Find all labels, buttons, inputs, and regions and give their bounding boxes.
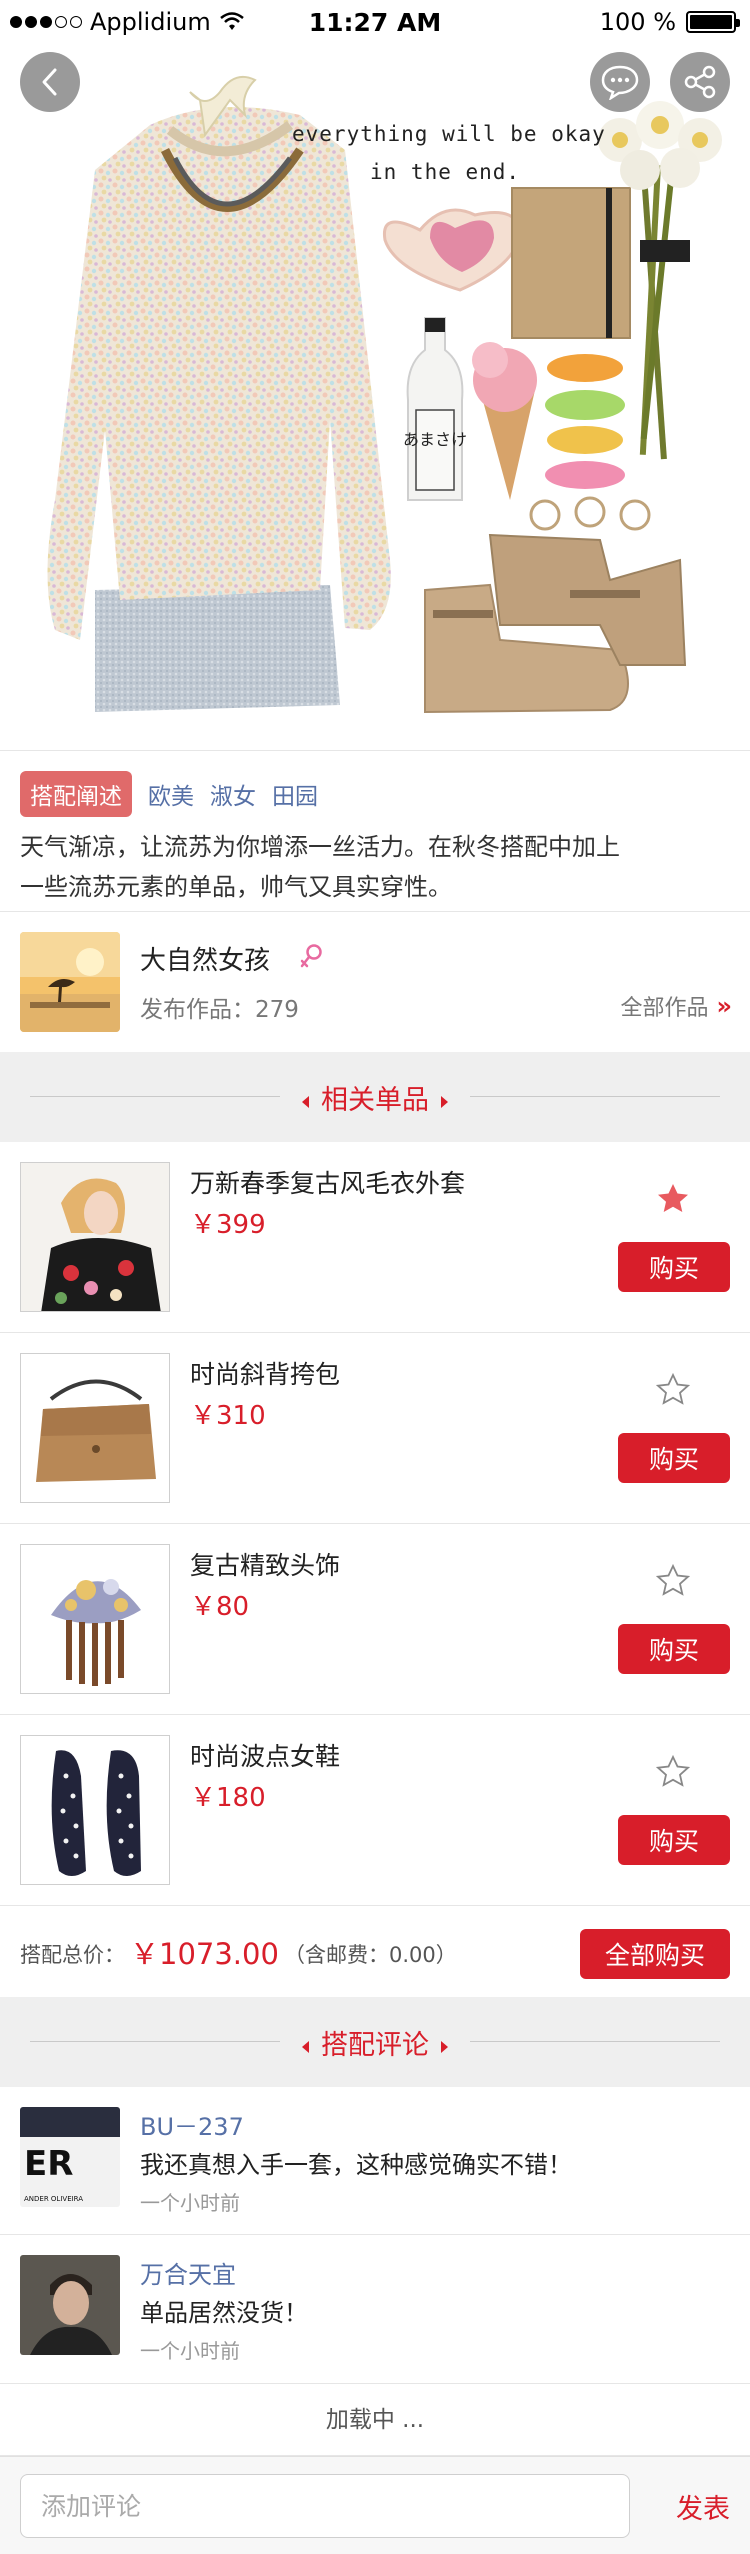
star-outline-icon[interactable]: [656, 1755, 690, 1787]
product-name[interactable]: 复古精致头饰: [190, 1546, 340, 1582]
hero-caption-line2: in the end.: [370, 160, 521, 184]
jacket-model-image: [21, 1163, 169, 1311]
tag-western[interactable]: 欧美: [148, 777, 194, 811]
related-items-title: 相关单品: [0, 1078, 750, 1117]
post-comment-button[interactable]: 发表: [676, 2487, 730, 2526]
author-avatar[interactable]: [20, 932, 120, 1032]
product-name[interactable]: 时尚斜背挎包: [190, 1355, 340, 1391]
comment-time: 一个小时前: [140, 2191, 240, 2215]
comments-title: 搭配评论: [0, 2023, 750, 2062]
commenter-avatar[interactable]: ER ANDER OLIVEIRA: [20, 2107, 120, 2207]
polka-dot-shoes-image: [21, 1736, 169, 1884]
share-icon: [684, 65, 716, 99]
avatar-caption: ANDER OLIVEIRA: [24, 2195, 83, 2203]
commenter-avatar[interactable]: [20, 2255, 120, 2355]
triangle-right-icon: [441, 1095, 448, 1108]
comment-input[interactable]: [20, 2474, 630, 2538]
star-filled-icon[interactable]: [656, 1182, 690, 1214]
status-bar: Applidium 11:27 AM 100 %: [0, 0, 750, 44]
buy-button[interactable]: 购买: [618, 1815, 730, 1865]
triangle-left-icon: [302, 2040, 309, 2053]
comment-time: 一个小时前: [140, 2339, 240, 2363]
chat-bubble-icon: [601, 65, 639, 100]
product-price: ￥399: [190, 1210, 266, 1240]
comments-title-text: 搭配评论: [321, 2030, 429, 2061]
hair-comb-image: [21, 1545, 169, 1693]
commenter-name[interactable]: 万合天宜: [140, 2255, 236, 2290]
comment-text: 单品居然没货！: [140, 2299, 308, 2327]
description-line-2: 一些流苏元素的单品，帅气又具实穿性。: [20, 873, 452, 901]
all-works-label: 全部作品: [620, 996, 709, 1021]
avatar-lettering: ER: [24, 2144, 73, 2184]
bottle-label: あまさけ: [403, 430, 467, 449]
product-image[interactable]: [20, 1544, 170, 1694]
savanna-avatar-image: [20, 932, 120, 1032]
double-chevron-right-icon: »: [716, 992, 732, 1020]
product-item[interactable]: 复古精致头饰 ￥80 购买: [0, 1524, 750, 1715]
product-item[interactable]: 万新春季复古风毛衣外套 ￥399 购买: [0, 1142, 750, 1333]
outfit-description: 搭配阐述 欧美 淑女 田园 天气渐凉，让流苏为你增添一丝活力。在秋冬搭配中加上 …: [0, 750, 750, 912]
tag-lady[interactable]: 淑女: [210, 777, 256, 811]
star-outline-icon[interactable]: [656, 1564, 690, 1596]
product-price: ￥310: [190, 1401, 266, 1431]
magazine-avatar-image: ER ANDER OLIVEIRA: [20, 2107, 120, 2207]
female-icon: [300, 944, 322, 968]
hero-caption-line1: everything will be okay: [292, 122, 606, 146]
description-line-1: 天气渐凉，让流苏为你增添一丝活力。在秋冬搭配中加上: [20, 833, 620, 861]
shipping-fee: （含邮费：0.00）: [284, 1943, 457, 1967]
hero-collage-image: あまさけ everything will be okay in the end.: [0, 0, 750, 750]
triangle-right-icon: [441, 2040, 448, 2053]
product-image[interactable]: [20, 1162, 170, 1312]
battery-status: 100 %: [599, 8, 740, 36]
product-image[interactable]: [20, 1735, 170, 1885]
product-item[interactable]: 时尚斜背挎包 ￥310 购买: [0, 1333, 750, 1524]
total-price-label: 搭配总价：: [20, 1943, 125, 1967]
tag-pastoral[interactable]: 田园: [272, 777, 318, 811]
product-name[interactable]: 时尚波点女鞋: [190, 1737, 340, 1773]
bag-image: [21, 1354, 169, 1502]
share-button[interactable]: [670, 52, 730, 112]
author-row[interactable]: 大自然女孩 发布作品：279 全部作品 »: [0, 912, 750, 1052]
battery-percent: 100 %: [599, 8, 676, 36]
product-price: ￥180: [190, 1783, 266, 1813]
product-image[interactable]: [20, 1353, 170, 1503]
commenter-name[interactable]: BU－237: [140, 2107, 244, 2142]
back-button[interactable]: [20, 52, 80, 112]
comment-item: 万合天宜 单品居然没货！ 一个小时前: [0, 2235, 750, 2384]
all-works-link[interactable]: 全部作品 »: [620, 990, 732, 1022]
description-text: 天气渐凉，让流苏为你增添一丝活力。在秋冬搭配中加上 一些流苏元素的单品，帅气又具…: [20, 827, 720, 907]
description-tag: 搭配阐述: [20, 771, 132, 817]
product-price: ￥80: [190, 1592, 250, 1622]
chevron-left-icon: [42, 68, 57, 96]
comment-button[interactable]: [590, 52, 650, 112]
buy-button[interactable]: 购买: [618, 1624, 730, 1674]
collage-illustration: あまさけ: [47, 76, 722, 714]
buy-button[interactable]: 购买: [618, 1242, 730, 1292]
star-outline-icon[interactable]: [656, 1373, 690, 1405]
buy-button[interactable]: 购买: [618, 1433, 730, 1483]
related-items-header: 相关单品: [0, 1052, 750, 1142]
author-name[interactable]: 大自然女孩: [140, 940, 270, 977]
comment-input-bar: 发表: [0, 2456, 750, 2554]
battery-icon: [686, 11, 740, 33]
related-items-title-text: 相关单品: [321, 1085, 429, 1116]
man-portrait-avatar-image: [20, 2255, 120, 2355]
loading-indicator: 加载中 ...: [0, 2384, 750, 2456]
tag-row: 搭配阐述 欧美 淑女 田园: [20, 771, 318, 817]
comments-header: 搭配评论: [0, 1997, 750, 2087]
buy-all-button[interactable]: 全部购买: [580, 1929, 730, 1979]
total-price-row: 搭配总价： ￥1073.00 （含邮费：0.00） 全部购买: [0, 1907, 750, 1997]
comment-item: ER ANDER OLIVEIRA BU－237 我还真想入手一套，这种感觉确实…: [0, 2087, 750, 2235]
author-works-count: 发布作品：279: [140, 997, 299, 1023]
triangle-left-icon: [302, 1095, 309, 1108]
comment-text: 我还真想入手一套，这种感觉确实不错！: [140, 2151, 572, 2179]
product-name[interactable]: 万新春季复古风毛衣外套: [190, 1164, 465, 1200]
product-item[interactable]: 时尚波点女鞋 ￥180 购买: [0, 1715, 750, 1906]
total-price-value: ￥1073.00: [130, 1937, 279, 1971]
